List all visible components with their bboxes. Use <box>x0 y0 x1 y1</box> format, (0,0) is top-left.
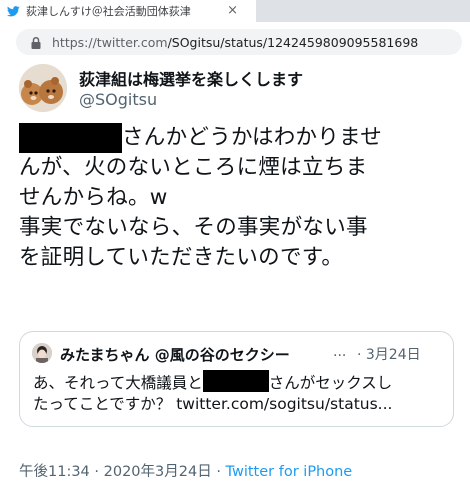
address-bar: https://twitter.com/SOgitsu/status/12424… <box>0 22 470 60</box>
url-path: /SOgitsu/status/1242459809095581698 <box>167 34 419 50</box>
quoted-redaction-box <box>202 370 269 392</box>
meta-separator-2: · <box>216 464 221 480</box>
tweet-line-4: 事実でないなら、その事実がない事 <box>19 215 368 240</box>
tab-title: 荻津しんすけ＠社会活動団体荻津 <box>26 5 191 18</box>
user-handle[interactable]: @SOgitsu <box>79 90 157 109</box>
lock-icon[interactable] <box>30 35 42 49</box>
browser-tab-bar: 荻津しんすけ＠社会活動団体荻津 × <box>0 0 470 22</box>
tweet-line-5: を証明していただきたいのです。 <box>19 245 344 270</box>
tweet-line-3: せんからね。w <box>19 185 168 210</box>
quoted-display-name: みたまちゃん @風の谷のセクシー <box>60 346 290 364</box>
twitter-bird-icon <box>7 5 20 18</box>
avatar[interactable] <box>19 64 67 112</box>
quoted-avatar <box>32 343 52 363</box>
quoted-tweet[interactable]: みたまちゃん @風の谷のセクシー ... · 3月24日 あ、それって大橋議員と… <box>19 331 454 427</box>
tweet-date[interactable]: 2020年3月24日 <box>104 464 212 480</box>
tweet-time[interactable]: 午後11:34 <box>19 464 90 480</box>
tweet-metadata: 午後11:34 · 2020年3月24日 · Twitter for iPhon… <box>19 460 352 481</box>
quoted-truncation: ... <box>333 344 347 360</box>
display-name[interactable]: 荻津組は梅選挙を楽しくします <box>79 66 303 90</box>
quoted-line-1: あ、それって大橋議員と さんがセックスし <box>33 370 445 393</box>
tweet-source-link[interactable]: Twitter for iPhone <box>226 464 353 480</box>
meta-separator: · <box>94 464 100 480</box>
quoted-date: · 3月24日 <box>357 347 421 363</box>
tweet-header: 荻津組は梅選挙を楽しくします @SOgitsu <box>0 60 470 118</box>
url-field[interactable]: https://twitter.com/SOgitsu/status/12424… <box>16 29 462 55</box>
tweet-line-1-text: さんかどうかはわかりませ <box>122 125 383 150</box>
quoted-line-1-start: あ、それって大橋議員と <box>33 374 203 392</box>
quoted-text: あ、それって大橋議員と さんがセックスし たってことですか？ twitter.co… <box>33 370 445 416</box>
tweet-text: さんかどうかはわかりませ んが、火のないところに煙は立ちま せんからね。w 事実… <box>19 123 459 273</box>
tab-close-icon[interactable]: × <box>227 3 238 19</box>
tweet-line-2: んが、火のないところに煙は立ちま <box>19 155 368 180</box>
quoted-line-1-end: さんがセックスし <box>268 374 393 392</box>
url-text: https://twitter.com/SOgitsu/status/12424… <box>52 35 418 50</box>
url-host: https://twitter.com <box>52 34 168 50</box>
browser-tab[interactable]: 荻津しんすけ＠社会活動団体荻津 × <box>0 0 256 22</box>
quoted-line-2: たってことですか？ twitter.com/sogitsu/status... <box>33 395 393 413</box>
tweet-line-1: さんかどうかはわかりませ <box>19 123 459 153</box>
redaction-box <box>19 123 122 153</box>
